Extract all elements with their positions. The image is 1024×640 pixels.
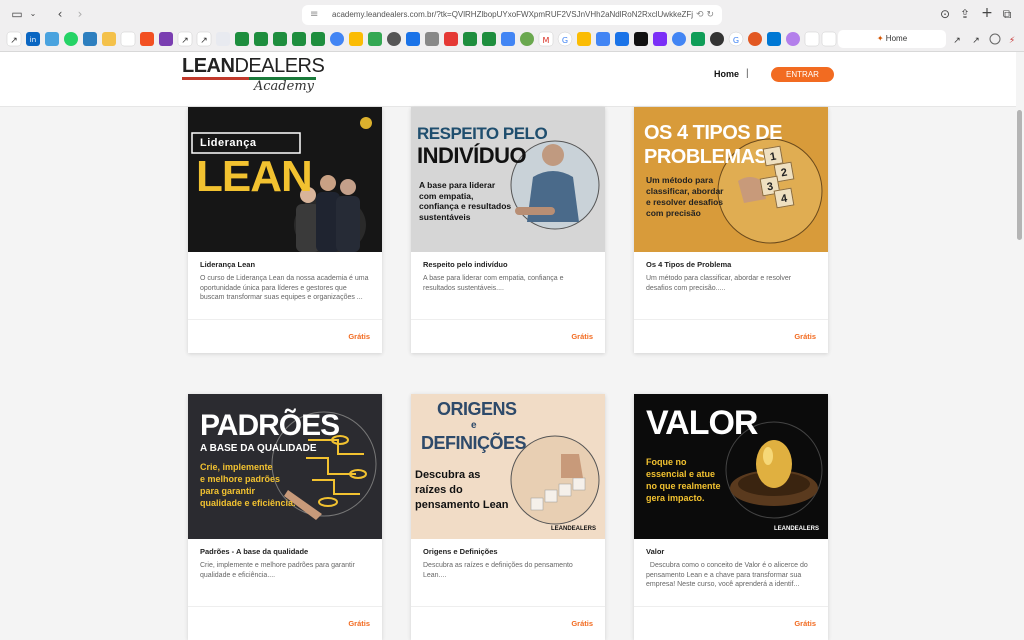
thumbnail-headline: LEAN [196,152,313,201]
thumbnail-subtitle: A base para liderar com empatia, confian… [419,180,512,222]
login-button[interactable]: ENTRAR [771,67,834,82]
course-thumbnail[interactable]: VALOR Foque no essencial e atue no que r… [634,394,828,539]
url-text: academy.leandealers.com.br/?tk=QVlRHZlbo… [332,10,706,19]
thumbnail-headline-2: INDIVÍDUO [417,143,527,168]
page-settings-icon[interactable]: ≡ [310,5,318,25]
course-price: Grátis [348,619,370,628]
bookmarks-bar: ↗ in ↗ ↗ M G G ↗ ↗ ⚡ ✦ Home [0,30,1024,48]
svg-text:↗: ↗ [200,36,208,46]
page-scrollbar[interactable] [1016,52,1024,640]
course-description: Descubra como o conceito de Valor é o al… [646,562,810,589]
tab-overview-icon[interactable]: ⧉ [1000,6,1014,22]
forward-icon[interactable]: › [74,6,86,22]
course-title[interactable]: Liderança Lean [200,260,255,269]
course-price: Grátis [348,332,370,341]
course-footer: Grátis [411,606,605,640]
download-icon[interactable]: ⊙ [938,6,952,22]
course-price: Grátis [571,619,593,628]
course-thumbnail[interactable]: RESPEITO PELO INDIVÍDUO A base para lide… [411,107,605,252]
course-price: Grátis [571,332,593,341]
course-card-lideranca[interactable]: Liderança LEAN Liderança Lean O curso de… [188,107,382,353]
back-icon[interactable]: ‹ [54,6,66,22]
thumbnail-headline-1: PADRÕES [200,409,340,442]
course-title[interactable]: Valor [646,547,664,556]
svg-text:↗: ↗ [953,36,961,46]
svg-text:G: G [562,36,568,45]
course-title[interactable]: Os 4 Tipos de Problema [646,260,731,269]
course-price: Grátis [794,332,816,341]
sidebar-toggle-icon[interactable]: ▭ [10,6,24,22]
thumbnail-headline-2: e [471,420,477,431]
logo-academy: Academy [253,79,314,94]
thumbnail-logo: LEANDEALERS [774,526,820,532]
thumbnail-headline-1: OS 4 TIPOS DE [644,122,782,144]
course-footer: Grátis [634,319,828,353]
thumbnail-headline-1: RESPEITO PELO [417,124,548,143]
course-thumbnail[interactable]: OS 4 TIPOS DE PROBLEMAS Um método para c… [634,107,828,252]
browser-toolbar: ▭ ⌄ ‹ › ≡ academy.leandealers.com.br/?tk… [0,4,1024,26]
share-icon[interactable]: ⇪ [958,6,972,22]
course-thumbnail[interactable]: Liderança LEAN [188,107,382,252]
course-card-respeito[interactable]: RESPEITO PELO INDIVÍDUO A base para lide… [411,107,605,353]
site-logo[interactable]: LEANDEALERS Academy [182,55,325,96]
course-description: O curso de Liderança Lean da nossa acade… [200,275,369,302]
course-thumbnail[interactable]: ORIGENS e DEFINIÇÕES Descubra as raízes … [411,394,605,539]
tab-home[interactable]: ✦ Home [838,30,946,48]
course-footer: Grátis [411,319,605,353]
course-card-origens[interactable]: ORIGENS e DEFINIÇÕES Descubra as raízes … [411,394,605,640]
thumbnail-headline-1: ORIGENS [437,399,517,419]
course-card-padroes[interactable]: PADRÕES A BASE DA QUALIDADE Crie, implem… [188,394,382,640]
course-footer: Grátis [634,606,828,640]
new-tab-icon[interactable]: + [980,5,994,21]
thumbnail-subtitle: Crie, implemente e melhore padrões para … [200,462,296,508]
thumbnail-headline-3: DEFINIÇÕES [421,433,527,453]
logo-wordmark: LEANDEALERS [182,55,325,77]
course-description: Um método para classificar, abordar e re… [646,275,792,292]
site-header: LEANDEALERS Academy Home | ENTRAR [0,52,1016,107]
course-description: Crie, implemente e melhore padrões para … [200,562,355,579]
svg-text:in: in [30,36,36,44]
course-footer: Grátis [188,319,382,353]
svg-text:↗: ↗ [181,36,189,46]
course-card-valor[interactable]: VALOR Foque no essencial e atue no que r… [634,394,828,640]
logo-lean: LEAN [182,55,235,77]
svg-text:M: M [543,36,550,45]
course-description: A base para liderar com empatia, confian… [423,275,564,292]
chevron-down-icon[interactable]: ⌄ [28,6,38,22]
browser-chrome: ▭ ⌄ ‹ › ≡ academy.leandealers.com.br/?tk… [0,0,1024,52]
address-bar[interactable]: ≡ academy.leandealers.com.br/?tk=QVlRHZl… [302,5,722,25]
course-price: Grátis [794,619,816,628]
course-title[interactable]: Origens e Definições [423,547,498,556]
svg-text:↗: ↗ [972,36,980,46]
course-footer: Grátis [188,606,382,640]
svg-text:G: G [733,36,739,45]
thumbnail-subtitle: Um método para classificar, abordar e re… [646,175,724,218]
logo-dealers: DEALERS [234,55,325,77]
die-4: 4 [773,187,795,209]
thumbnail-logo: LEANDEALERS [551,526,597,532]
thumbnail-headline-2: PROBLEMAS [644,146,768,168]
svg-text:↗: ↗ [10,36,18,46]
course-title[interactable]: Padrões - A base da qualidade [200,547,308,556]
home-tab-label: Home [885,34,908,43]
thumbnail-subtitle: Foque no essencial e atue no que realmen… [646,457,721,503]
course-card-problemas[interactable]: OS 4 TIPOS DE PROBLEMAS Um método para c… [634,107,828,353]
thumbnail-subtitle: Descubra as raízes do pensamento Lean [415,469,509,511]
page-content: LEANDEALERS Academy Home | ENTRAR Lidera… [0,52,1016,640]
svg-text:⚡: ⚡ [1009,36,1015,46]
thumbnail-headline-2: A BASE DA QUALIDADE [200,443,317,454]
nav-home-link[interactable]: Home [714,69,739,79]
nav-separator: | [746,68,749,79]
thumbnail-headline-1: VALOR [646,404,758,442]
thumbnail-tag: Liderança [200,137,257,149]
reload-icon[interactable]: ⟲ ↻ [693,5,714,25]
home-tab-icon: ✦ [876,34,884,43]
course-thumbnail[interactable]: PADRÕES A BASE DA QUALIDADE Crie, implem… [188,394,382,539]
course-title[interactable]: Respeito pelo indivíduo [423,260,508,269]
scrollbar-thumb[interactable] [1017,110,1022,240]
course-description: Descubra as raízes e definições do pensa… [423,562,573,579]
